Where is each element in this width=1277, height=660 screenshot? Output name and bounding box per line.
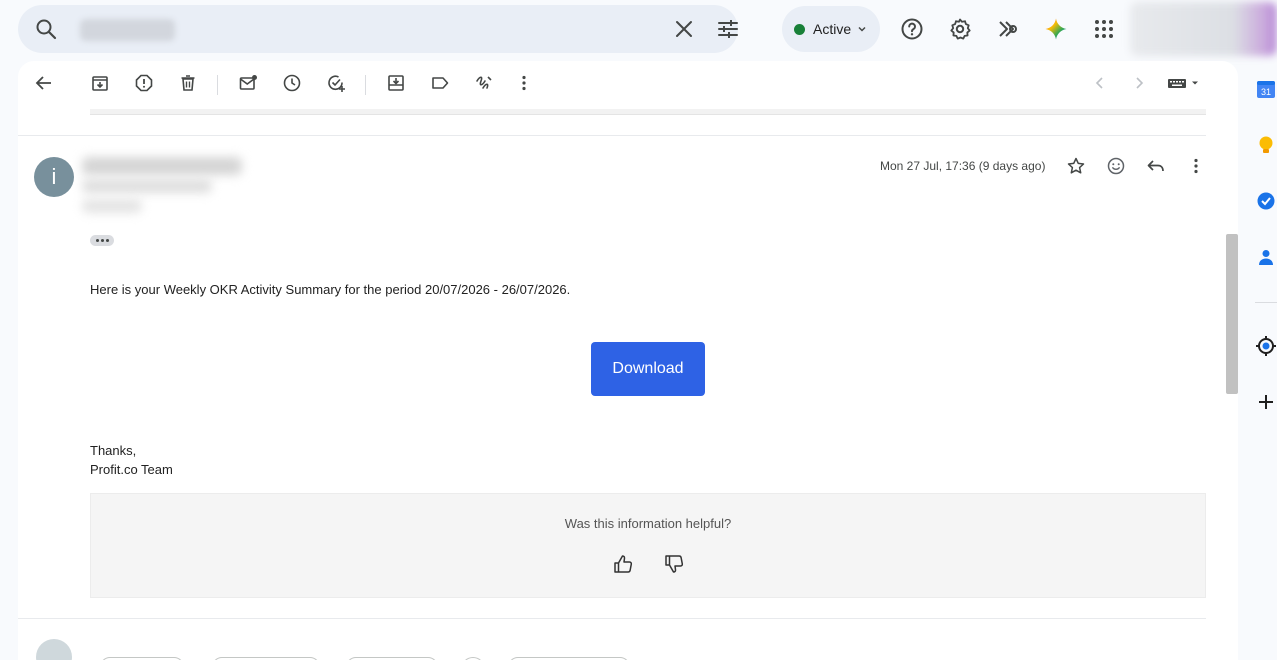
- thumbs-up-icon[interactable]: [612, 553, 634, 575]
- calendar-icon[interactable]: 31: [1255, 78, 1277, 100]
- sender-name-redacted[interactable]: [82, 157, 242, 175]
- label-icon[interactable]: [430, 73, 450, 93]
- report-spam-icon[interactable]: [134, 73, 154, 93]
- more-vert-icon[interactable]: [514, 73, 534, 93]
- divider: [18, 618, 1206, 619]
- more-vert-icon[interactable]: [1186, 156, 1206, 176]
- thumbs-down-icon[interactable]: [663, 553, 685, 575]
- keep-icon[interactable]: [1255, 134, 1277, 156]
- chevron-right-icon[interactable]: [1129, 73, 1149, 93]
- message-panel: i Mon 27 Jul, 17:36 (9 days ago) Here is…: [18, 61, 1238, 660]
- emoji-reaction-icon[interactable]: [1106, 156, 1126, 176]
- search-bar[interactable]: [18, 5, 738, 53]
- signoff-line: Thanks,: [90, 443, 137, 458]
- gemini-icon[interactable]: [1044, 17, 1068, 41]
- addon-target-icon[interactable]: [1255, 335, 1277, 357]
- email-body-text: Here is your Weekly OKR Activity Summary…: [90, 282, 571, 297]
- tune-icon[interactable]: [716, 17, 740, 41]
- signoff-team: Profit.co Team: [90, 462, 173, 477]
- contacts-icon[interactable]: [1255, 246, 1277, 268]
- next-message-avatar[interactable]: [36, 639, 72, 660]
- delete-icon[interactable]: [178, 73, 198, 93]
- divider: [18, 135, 1206, 136]
- feedback-box: Was this information helpful?: [90, 493, 1206, 598]
- google-apps-script-icon[interactable]: [996, 17, 1020, 41]
- toolbar-divider: [217, 75, 218, 95]
- search-query-redacted[interactable]: [80, 19, 175, 41]
- filter-icon[interactable]: [474, 73, 494, 93]
- recipient-redacted[interactable]: [82, 199, 142, 213]
- keyboard-icon[interactable]: [1166, 73, 1202, 93]
- back-arrow-icon[interactable]: [34, 73, 54, 93]
- status-dropdown[interactable]: Active: [782, 6, 880, 52]
- email-signoff: Thanks, Profit.co Team: [90, 441, 173, 479]
- previous-message-collapsed: [90, 109, 1206, 115]
- account-area-redacted[interactable]: [1130, 2, 1277, 56]
- close-icon[interactable]: [672, 17, 696, 41]
- add-task-icon[interactable]: [326, 73, 346, 93]
- scrollbar-thumb[interactable]: [1226, 234, 1238, 394]
- feedback-question: Was this information helpful?: [564, 516, 732, 531]
- message-toolbar: [18, 61, 1238, 109]
- settings-icon[interactable]: [948, 17, 972, 41]
- add-icon[interactable]: [1255, 391, 1277, 413]
- apps-grid-icon[interactable]: [1092, 17, 1116, 41]
- status-label: Active: [813, 21, 852, 37]
- message-date: Mon 27 Jul, 17:36 (9 days ago): [880, 159, 1046, 173]
- chevron-down-icon: [858, 26, 866, 32]
- mark-unread-icon[interactable]: [238, 73, 258, 93]
- show-trimmed-content-button[interactable]: [90, 235, 114, 246]
- move-to-icon[interactable]: [386, 73, 406, 93]
- sender-email-redacted: [82, 179, 212, 193]
- sender-avatar[interactable]: i: [34, 157, 74, 197]
- active-status-dot: [794, 23, 805, 35]
- download-button[interactable]: Download: [591, 342, 705, 396]
- star-icon[interactable]: [1066, 156, 1086, 176]
- archive-icon[interactable]: [90, 73, 110, 93]
- svg-text:31: 31: [1261, 87, 1271, 97]
- top-bar: Active: [0, 0, 1277, 60]
- reply-icon[interactable]: [1146, 156, 1166, 176]
- search-icon[interactable]: [34, 17, 58, 41]
- tasks-icon[interactable]: [1255, 190, 1277, 212]
- chevron-left-icon[interactable]: [1090, 73, 1110, 93]
- side-panel-divider: [1255, 302, 1277, 303]
- help-icon[interactable]: [900, 17, 924, 41]
- snooze-icon[interactable]: [282, 73, 302, 93]
- toolbar-divider: [365, 75, 366, 95]
